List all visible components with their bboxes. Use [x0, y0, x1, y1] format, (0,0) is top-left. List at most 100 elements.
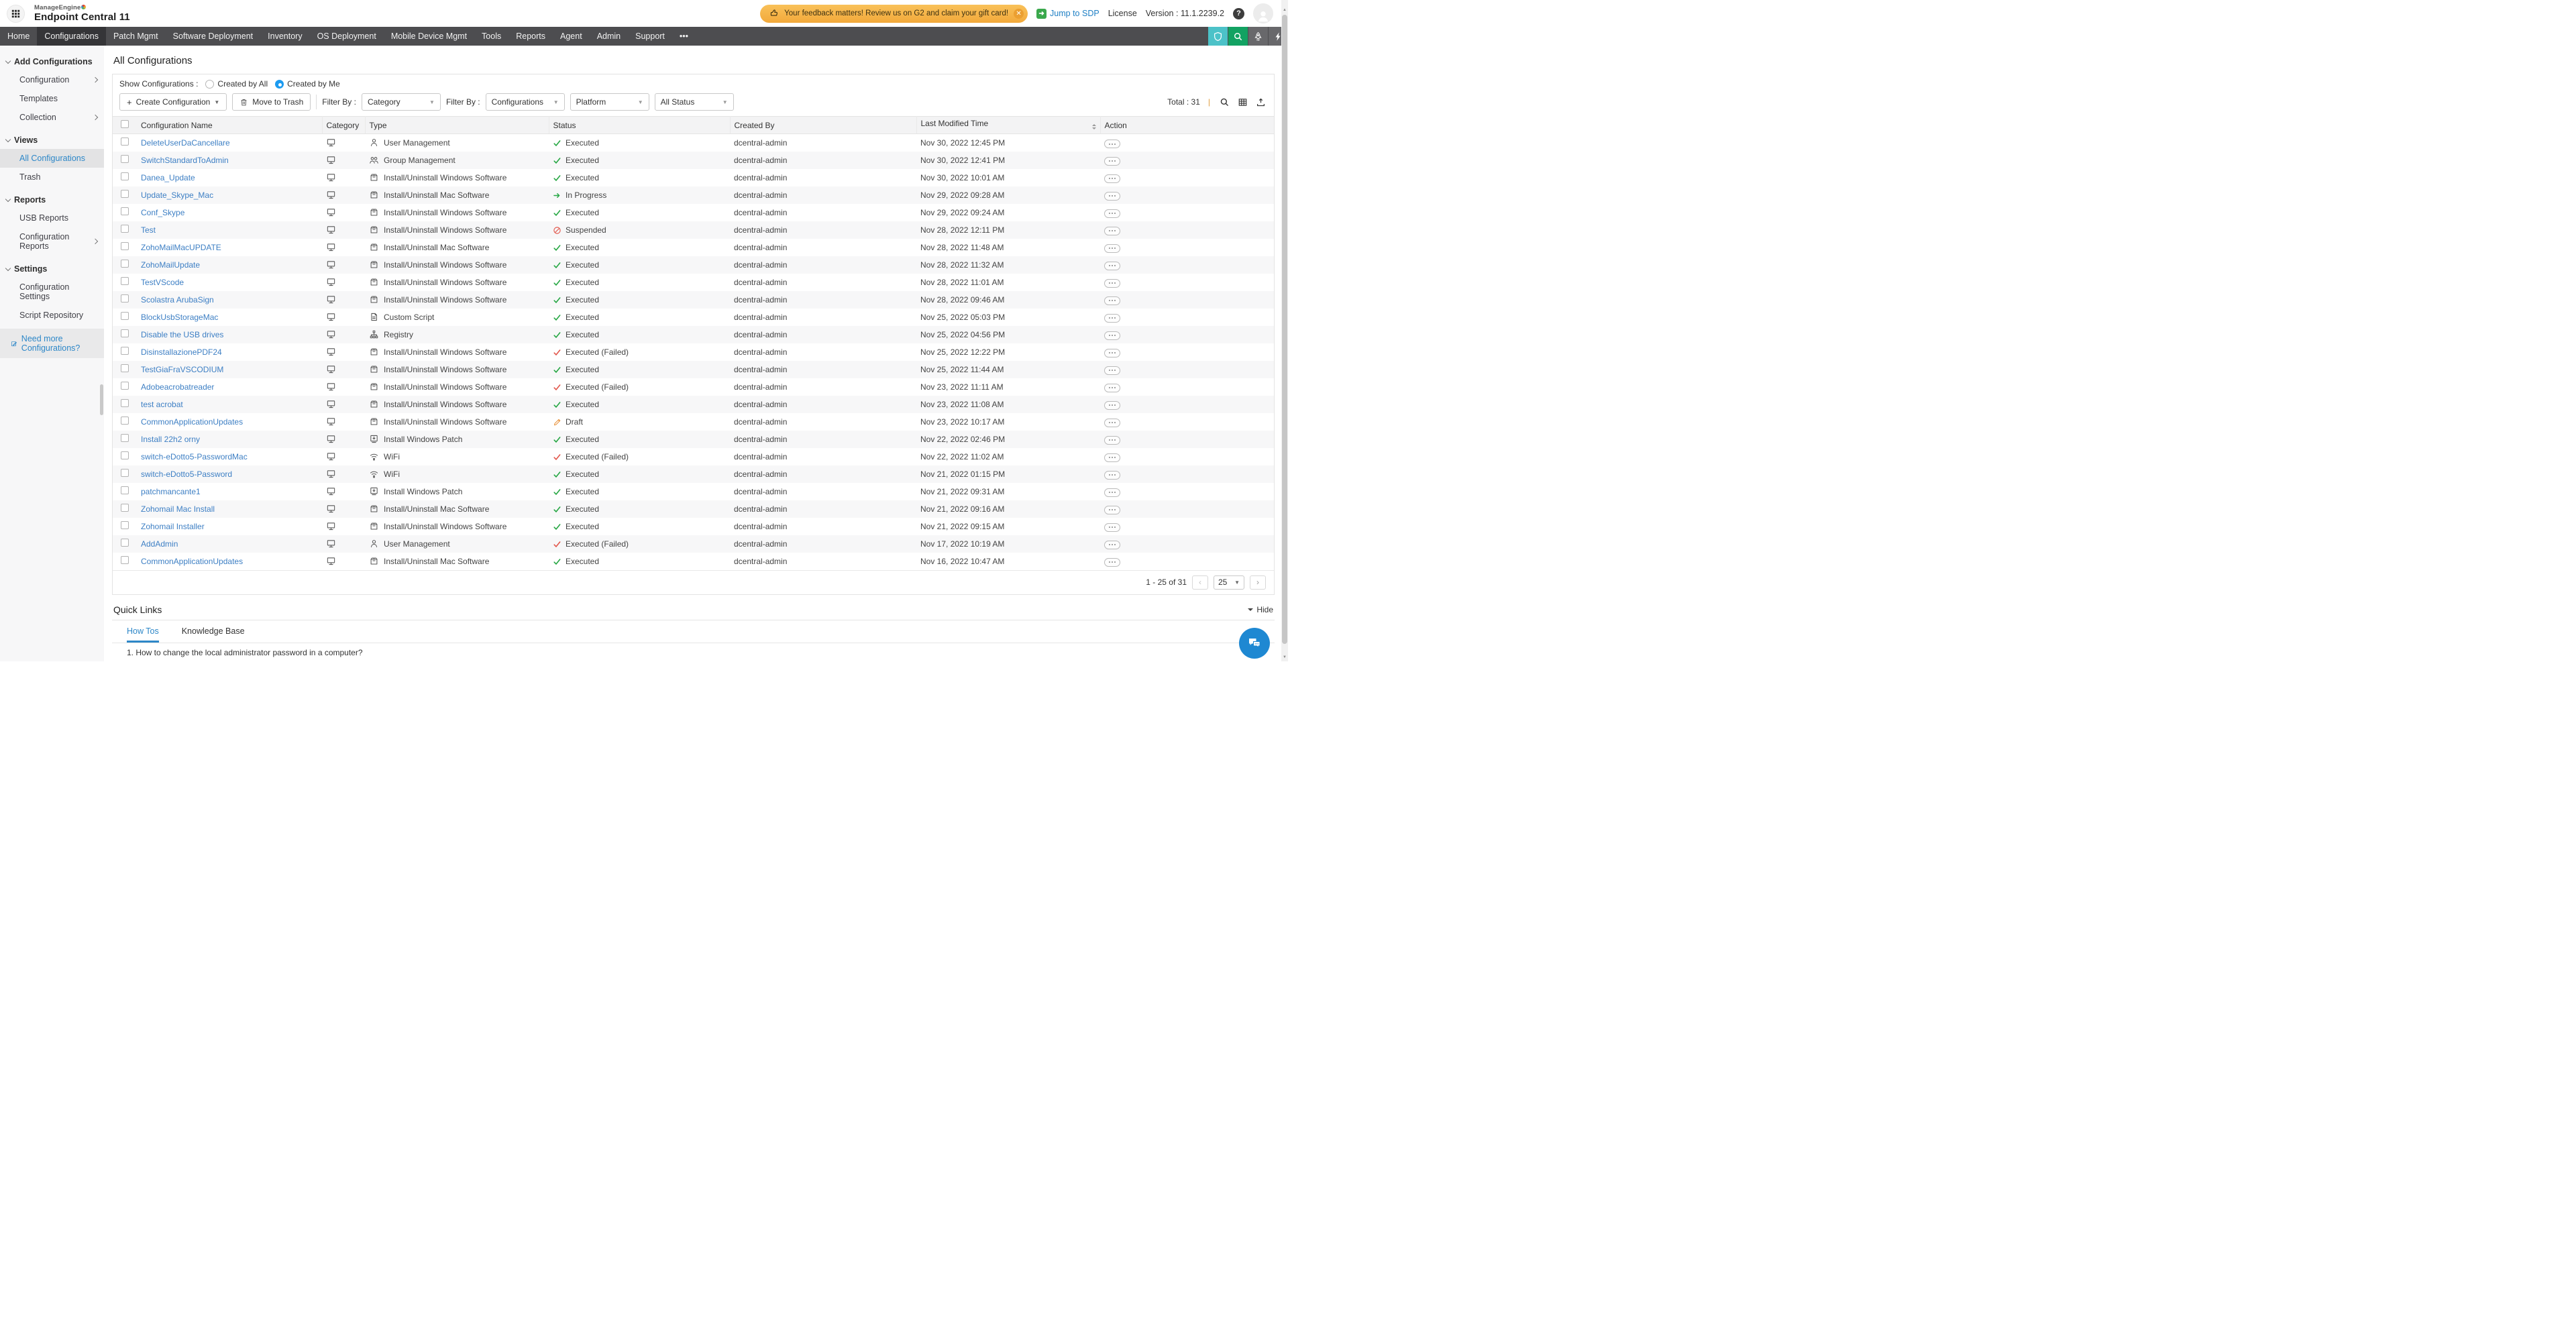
row-checkbox[interactable] [121, 242, 129, 250]
nav-item-configurations[interactable]: Configurations [37, 27, 106, 46]
configuration-link[interactable]: Test [141, 225, 156, 235]
configuration-link[interactable]: DeleteUserDaCancellare [141, 138, 230, 148]
row-actions-icon[interactable] [1104, 366, 1120, 375]
row-actions-icon[interactable] [1104, 436, 1120, 445]
sidebar-scroll-handle[interactable] [100, 384, 103, 415]
sidebar-item-usb-reports[interactable]: USB Reports [0, 209, 104, 227]
nav-item-patch-mgmt[interactable]: Patch Mgmt [106, 27, 166, 46]
row-checkbox[interactable] [121, 469, 129, 477]
filter-platform-select[interactable]: Platform▼ [570, 93, 649, 111]
row-actions-icon[interactable] [1104, 558, 1120, 567]
feedback-banner[interactable]: Your feedback matters! Review us on G2 a… [760, 5, 1028, 23]
rocket-icon[interactable] [1248, 27, 1268, 46]
column-header-status[interactable]: Status [549, 117, 730, 134]
row-actions-icon[interactable] [1104, 174, 1120, 183]
quick-link-item[interactable]: How to configure proxy settings in Inter… [127, 661, 1275, 662]
next-page-icon[interactable]: › [1250, 575, 1266, 590]
row-actions-icon[interactable] [1104, 227, 1120, 235]
row-checkbox[interactable] [121, 417, 129, 425]
row-checkbox[interactable] [121, 364, 129, 372]
row-checkbox[interactable] [121, 225, 129, 233]
sort-icon[interactable] [1092, 122, 1096, 131]
license-link[interactable]: License [1108, 9, 1137, 18]
jump-to-sdp[interactable]: ➜ Jump to SDP [1036, 9, 1099, 19]
export-icon[interactable] [1254, 96, 1267, 109]
row-actions-icon[interactable] [1104, 349, 1120, 357]
row-checkbox[interactable] [121, 294, 129, 302]
sidebar-item-templates[interactable]: Templates [0, 89, 104, 108]
jump-to-sdp-link[interactable]: Jump to SDP [1050, 9, 1099, 18]
sidebar-section-add-configurations[interactable]: Add Configurations [0, 52, 104, 70]
configuration-link[interactable]: Scolastra ArubaSign [141, 295, 214, 305]
configuration-link[interactable]: SwitchStandardToAdmin [141, 156, 229, 165]
sidebar-item-collection[interactable]: Collection [0, 108, 104, 127]
nav-item-admin[interactable]: Admin [590, 27, 628, 46]
configuration-link[interactable]: Update_Skype_Mac [141, 190, 213, 200]
sidebar-item-script-repository[interactable]: Script Repository [0, 306, 104, 325]
filter-category-select[interactable]: Category▼ [362, 93, 441, 111]
configuration-link[interactable]: ZohoMailMacUPDATE [141, 243, 221, 252]
row-actions-icon[interactable] [1104, 523, 1120, 532]
configuration-link[interactable]: switch-eDotto5-Password [141, 470, 232, 479]
move-to-trash-button[interactable]: Move to Trash [232, 93, 311, 111]
row-actions-icon[interactable] [1104, 209, 1120, 218]
row-checkbox[interactable] [121, 556, 129, 564]
user-avatar[interactable] [1253, 3, 1273, 23]
configuration-link[interactable]: Zohomail Mac Install [141, 504, 215, 514]
radio-created-by-all[interactable]: Created by All [205, 79, 268, 89]
configuration-link[interactable]: patchmancante1 [141, 487, 201, 496]
column-header-last-modified[interactable]: Last Modified Time [916, 117, 1100, 134]
row-checkbox[interactable] [121, 329, 129, 337]
row-checkbox[interactable] [121, 172, 129, 180]
row-checkbox[interactable] [121, 399, 129, 407]
sidebar-item-trash[interactable]: Trash [0, 168, 104, 186]
row-actions-icon[interactable] [1104, 453, 1120, 462]
select-all-checkbox[interactable] [121, 120, 129, 128]
column-header-created-by[interactable]: Created By [730, 117, 916, 134]
configuration-link[interactable]: TestVScode [141, 278, 184, 287]
row-checkbox[interactable] [121, 434, 129, 442]
configuration-link[interactable]: CommonApplicationUpdates [141, 417, 243, 427]
configuration-link[interactable]: Install 22h2 orny [141, 435, 200, 444]
row-checkbox[interactable] [121, 312, 129, 320]
tab-knowledge-base[interactable]: Knowledge Base [182, 626, 245, 643]
row-actions-icon[interactable] [1104, 140, 1120, 148]
configuration-link[interactable]: TestGiaFraVSCODIUM [141, 365, 223, 374]
row-checkbox[interactable] [121, 155, 129, 163]
nav-item-support[interactable]: Support [628, 27, 672, 46]
search-icon[interactable] [1228, 27, 1248, 46]
row-checkbox[interactable] [121, 347, 129, 355]
row-actions-icon[interactable] [1104, 506, 1120, 514]
row-actions-icon[interactable] [1104, 244, 1120, 253]
configuration-link[interactable]: DisinstallazionePDF24 [141, 347, 222, 357]
row-checkbox[interactable] [121, 260, 129, 268]
product-logo[interactable]: ManageEngine Endpoint Central 11 [34, 5, 130, 23]
configuration-link[interactable]: switch-eDotto5-PasswordMac [141, 452, 248, 461]
configuration-link[interactable]: Adobeacrobatreader [141, 382, 214, 392]
row-checkbox[interactable] [121, 382, 129, 390]
nav-item-mobile-device-mgmt[interactable]: Mobile Device Mgmt [384, 27, 474, 46]
nav-item-reports[interactable]: Reports [508, 27, 553, 46]
row-actions-icon[interactable] [1104, 331, 1120, 340]
configuration-link[interactable]: Danea_Update [141, 173, 195, 182]
configuration-link[interactable]: ZohoMailUpdate [141, 260, 200, 270]
configuration-link[interactable]: test acrobat [141, 400, 183, 409]
tab-how-tos[interactable]: How Tos [127, 626, 159, 643]
column-header-type[interactable]: Type [365, 117, 549, 134]
row-actions-icon[interactable] [1104, 157, 1120, 166]
column-header-configuration-name[interactable]: Configuration Name [137, 117, 322, 134]
chat-icon[interactable] [1239, 628, 1270, 659]
nav-item-inventory[interactable]: Inventory [260, 27, 309, 46]
nav-item-home[interactable]: Home [0, 27, 37, 46]
scrollbar-thumb[interactable] [1282, 15, 1287, 644]
page-size-select[interactable]: 25▼ [1214, 575, 1244, 590]
row-checkbox[interactable] [121, 451, 129, 459]
row-checkbox[interactable] [121, 504, 129, 512]
row-checkbox[interactable] [121, 539, 129, 547]
row-actions-icon[interactable] [1104, 401, 1120, 410]
scroll-up-icon[interactable]: ▲ [1281, 8, 1288, 12]
vertical-scrollbar[interactable]: ▲ ▼ [1281, 0, 1288, 661]
sidebar-section-reports[interactable]: Reports [0, 190, 104, 209]
nav-item-software-deployment[interactable]: Software Deployment [166, 27, 261, 46]
banner-close-icon[interactable]: ✕ [1014, 9, 1024, 19]
